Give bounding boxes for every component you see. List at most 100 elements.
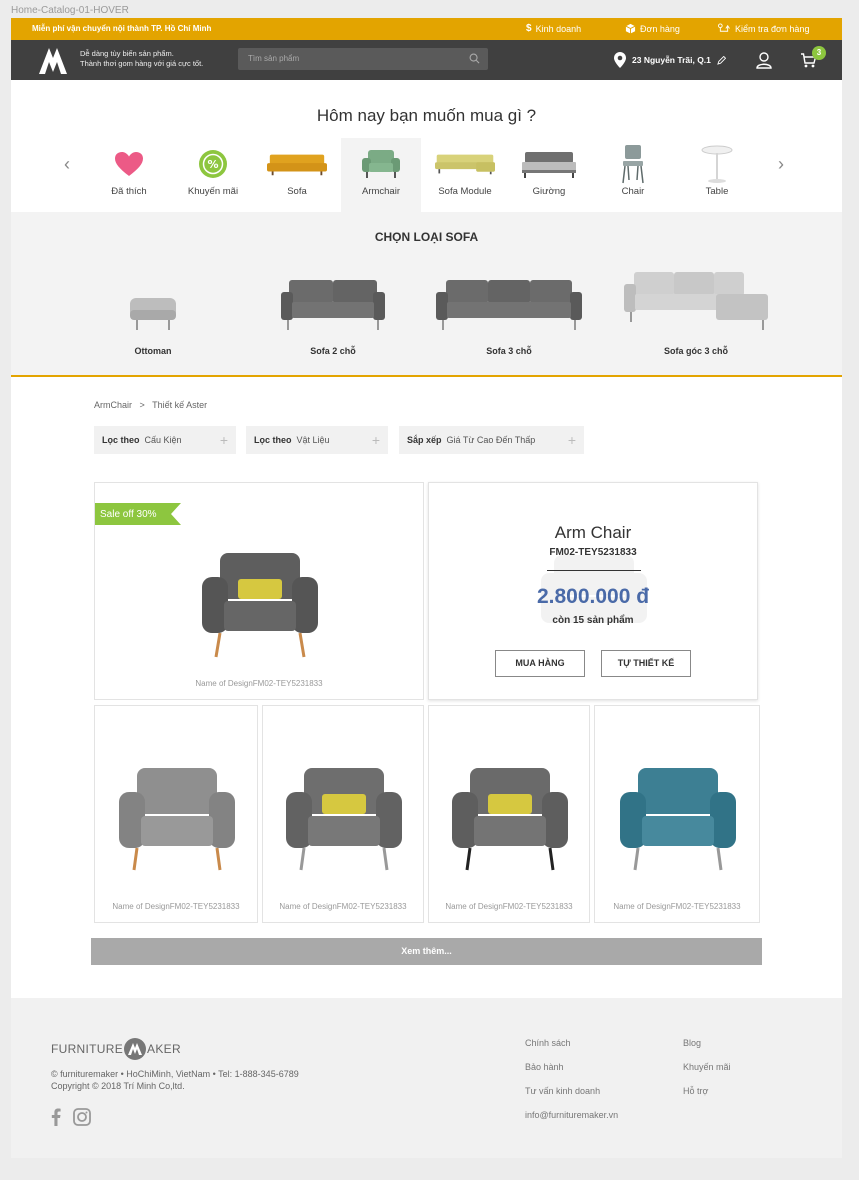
sofa-type-3-seat[interactable]: Sofa 3 chỗ <box>436 262 582 356</box>
footer: FURNITURE AKER © furnituremaker • HoChiM… <box>11 998 842 1158</box>
orders-label: Đơn hàng <box>640 23 680 34</box>
product-detail-popover: Arm Chair FM02-TEY5231833 2.800.000 đ cò… <box>428 482 758 700</box>
category-label: Sofa Module <box>438 186 492 197</box>
category-favorites[interactable]: Đã thích <box>89 138 169 212</box>
footer-link-business[interactable]: Tư vấn kinh doanh <box>525 1086 600 1096</box>
filter-value: Vật Liệu <box>296 435 330 445</box>
sofa-type-label: Sofa 3 chỗ <box>486 346 532 356</box>
footer-logo[interactable]: FURNITURE AKER <box>51 1038 181 1060</box>
customize-button[interactable]: TỰ THIẾT KẾ <box>601 650 691 677</box>
category-table[interactable]: Table <box>677 138 757 212</box>
breadcrumb-separator: > <box>139 400 145 410</box>
product-name: Name of DesignFM02-TEY5231833 <box>112 902 240 911</box>
category-prev-arrow[interactable]: ‹ <box>64 154 70 175</box>
instagram-icon[interactable] <box>73 1108 91 1126</box>
sort-value: Giá Từ Cao Đến Thấp <box>446 435 536 445</box>
tagline: Dễ dàng tùy biến sản phẩm. Thành thơi go… <box>80 49 203 69</box>
user-icon[interactable] <box>756 52 772 69</box>
brand-logo[interactable] <box>39 48 67 74</box>
product-card[interactable]: Name of DesignFM02-TEY5231833 <box>428 705 590 923</box>
category-label: Giường <box>532 186 566 197</box>
facebook-icon[interactable] <box>51 1108 61 1126</box>
ottoman-image <box>130 298 176 330</box>
sofa-2-seat-image <box>281 280 385 330</box>
category-sofa-module[interactable]: Sofa Module <box>425 138 505 212</box>
frame-label: Home-Catalog-01-HOVER <box>11 5 129 16</box>
social-links <box>51 1108 91 1126</box>
location-pin-icon <box>614 52 626 68</box>
load-more-button[interactable]: Xem thêm... <box>91 938 762 965</box>
business-link[interactable]: $ Kinh doanh <box>526 23 581 34</box>
plus-icon[interactable]: + <box>220 432 228 448</box>
track-order-link[interactable]: Kiểm tra đơn hàng <box>717 23 809 34</box>
orders-link[interactable]: Đơn hàng <box>625 23 680 34</box>
tagline-line-2: Thành thơi gom hàng với giá cực tốt. <box>80 59 204 68</box>
category-armchair[interactable]: Armchair <box>341 138 421 212</box>
footer-link-warranty[interactable]: Bảo hành <box>525 1062 564 1072</box>
search-input[interactable]: Tìm sản phẩm <box>248 54 299 63</box>
footer-link-policy[interactable]: Chính sách <box>525 1038 571 1048</box>
sofa-type-title: CHỌN LOẠI SOFA <box>374 230 479 244</box>
product-card[interactable]: Name of DesignFM02-TEY5231833 <box>94 705 258 923</box>
delivery-address[interactable]: 23 Nguyễn Trãi, Q.1 <box>614 52 726 68</box>
category-label: Chair <box>621 186 645 197</box>
filter-materials[interactable]: Lọc theo Vật Liệu + <box>246 426 388 454</box>
product-card[interactable]: Name of DesignFM02-TEY5231833 <box>262 705 424 923</box>
discount-icon: % <box>199 150 227 178</box>
product-name: Name of DesignFM02-TEY5231833 <box>613 902 741 911</box>
product-card[interactable]: Name of DesignFM02-TEY5231833 <box>594 705 760 923</box>
plus-icon[interactable]: + <box>568 432 576 448</box>
product-title: Arm Chair <box>554 523 632 542</box>
product-price: 2.800.000 đ <box>536 585 650 608</box>
sofa-type-ottoman[interactable]: Ottoman <box>113 262 193 356</box>
footer-link-email[interactable]: info@furnituremaker.vn <box>525 1110 618 1120</box>
sort-select[interactable]: Sắp xếp Giá Từ Cao Đến Thấp + <box>399 426 584 454</box>
category-label: Sofa <box>287 186 307 197</box>
breadcrumb: ArmChair > Thiết kế Aster <box>94 400 207 410</box>
sofa-type-corner-3-seat[interactable]: Sofa góc 3 chỗ <box>623 262 769 356</box>
product-card-featured[interactable]: Sale off 30% Name of DesignFM02-TEY52318… <box>94 482 424 700</box>
footer-copyright: © furnituremaker • HoChiMinh, VietNam • … <box>51 1068 299 1092</box>
address-text: 23 Nguyễn Trãi, Q.1 <box>632 55 711 65</box>
promo-text: Miễn phí vận chuyển nội thành TP. Hồ Chí… <box>32 24 212 33</box>
armchair-image <box>119 768 235 871</box>
filter-key: Lọc theo <box>254 435 292 445</box>
search-icon[interactable] <box>469 53 480 64</box>
armchair-image <box>452 768 568 871</box>
search-box[interactable]: Tìm sản phẩm <box>238 48 488 70</box>
filter-value: Cấu Kiện <box>144 435 182 445</box>
footer-link-support[interactable]: Hỗ trợ <box>683 1086 708 1096</box>
product-name: Name of DesignFM02-TEY5231833 <box>195 679 323 688</box>
sofa-3-seat-image <box>436 280 582 330</box>
breadcrumb-parent[interactable]: ArmChair <box>94 400 132 410</box>
stock-count: còn 15 sản phẩm <box>552 615 634 626</box>
footer-link-promotions[interactable]: Khuyến mãi <box>683 1062 731 1072</box>
sofa-type-section: CHỌN LOẠI SOFA Ottoman Sofa 2 chỗ Sofa 3… <box>11 212 842 377</box>
product-code: FM02-TEY5231833 <box>549 547 637 558</box>
footer-link-blog[interactable]: Blog <box>683 1038 701 1048</box>
category-next-arrow[interactable]: › <box>778 154 784 175</box>
page-frame: Miễn phí vận chuyển nội thành TP. Hồ Chí… <box>11 18 842 1158</box>
category-label: Table <box>705 186 729 197</box>
category-sofa[interactable]: Sofa <box>257 138 337 212</box>
category-promotions[interactable]: % Khuyến mãi <box>173 138 253 212</box>
dollar-icon: $ <box>526 23 532 34</box>
cart-count-badge: 3 <box>812 46 826 60</box>
sofa-icon <box>267 154 327 176</box>
sofa-type-2-seat[interactable]: Sofa 2 chỗ <box>273 262 393 356</box>
svg-text:%: % <box>207 158 218 171</box>
divider <box>547 570 641 571</box>
product-name: Name of DesignFM02-TEY5231833 <box>279 902 407 911</box>
breadcrumb-current: Thiết kế Aster <box>152 400 208 410</box>
edit-pencil-icon[interactable] <box>717 55 726 65</box>
category-bed[interactable]: Giường <box>509 138 589 212</box>
top-bar: Miễn phí vận chuyển nội thành TP. Hồ Chí… <box>11 18 842 40</box>
category-label: Armchair <box>361 186 400 197</box>
footer-contact: © furnituremaker • HoChiMinh, VietNam • … <box>51 1069 299 1079</box>
filter-components[interactable]: Lọc theo Cấu Kiện + <box>94 426 236 454</box>
buy-button[interactable]: MUA HÀNG <box>495 650 585 677</box>
route-icon <box>718 23 730 32</box>
category-chair[interactable]: Chair <box>593 138 673 212</box>
plus-icon[interactable]: + <box>372 432 380 448</box>
armchair-icon <box>362 150 400 178</box>
